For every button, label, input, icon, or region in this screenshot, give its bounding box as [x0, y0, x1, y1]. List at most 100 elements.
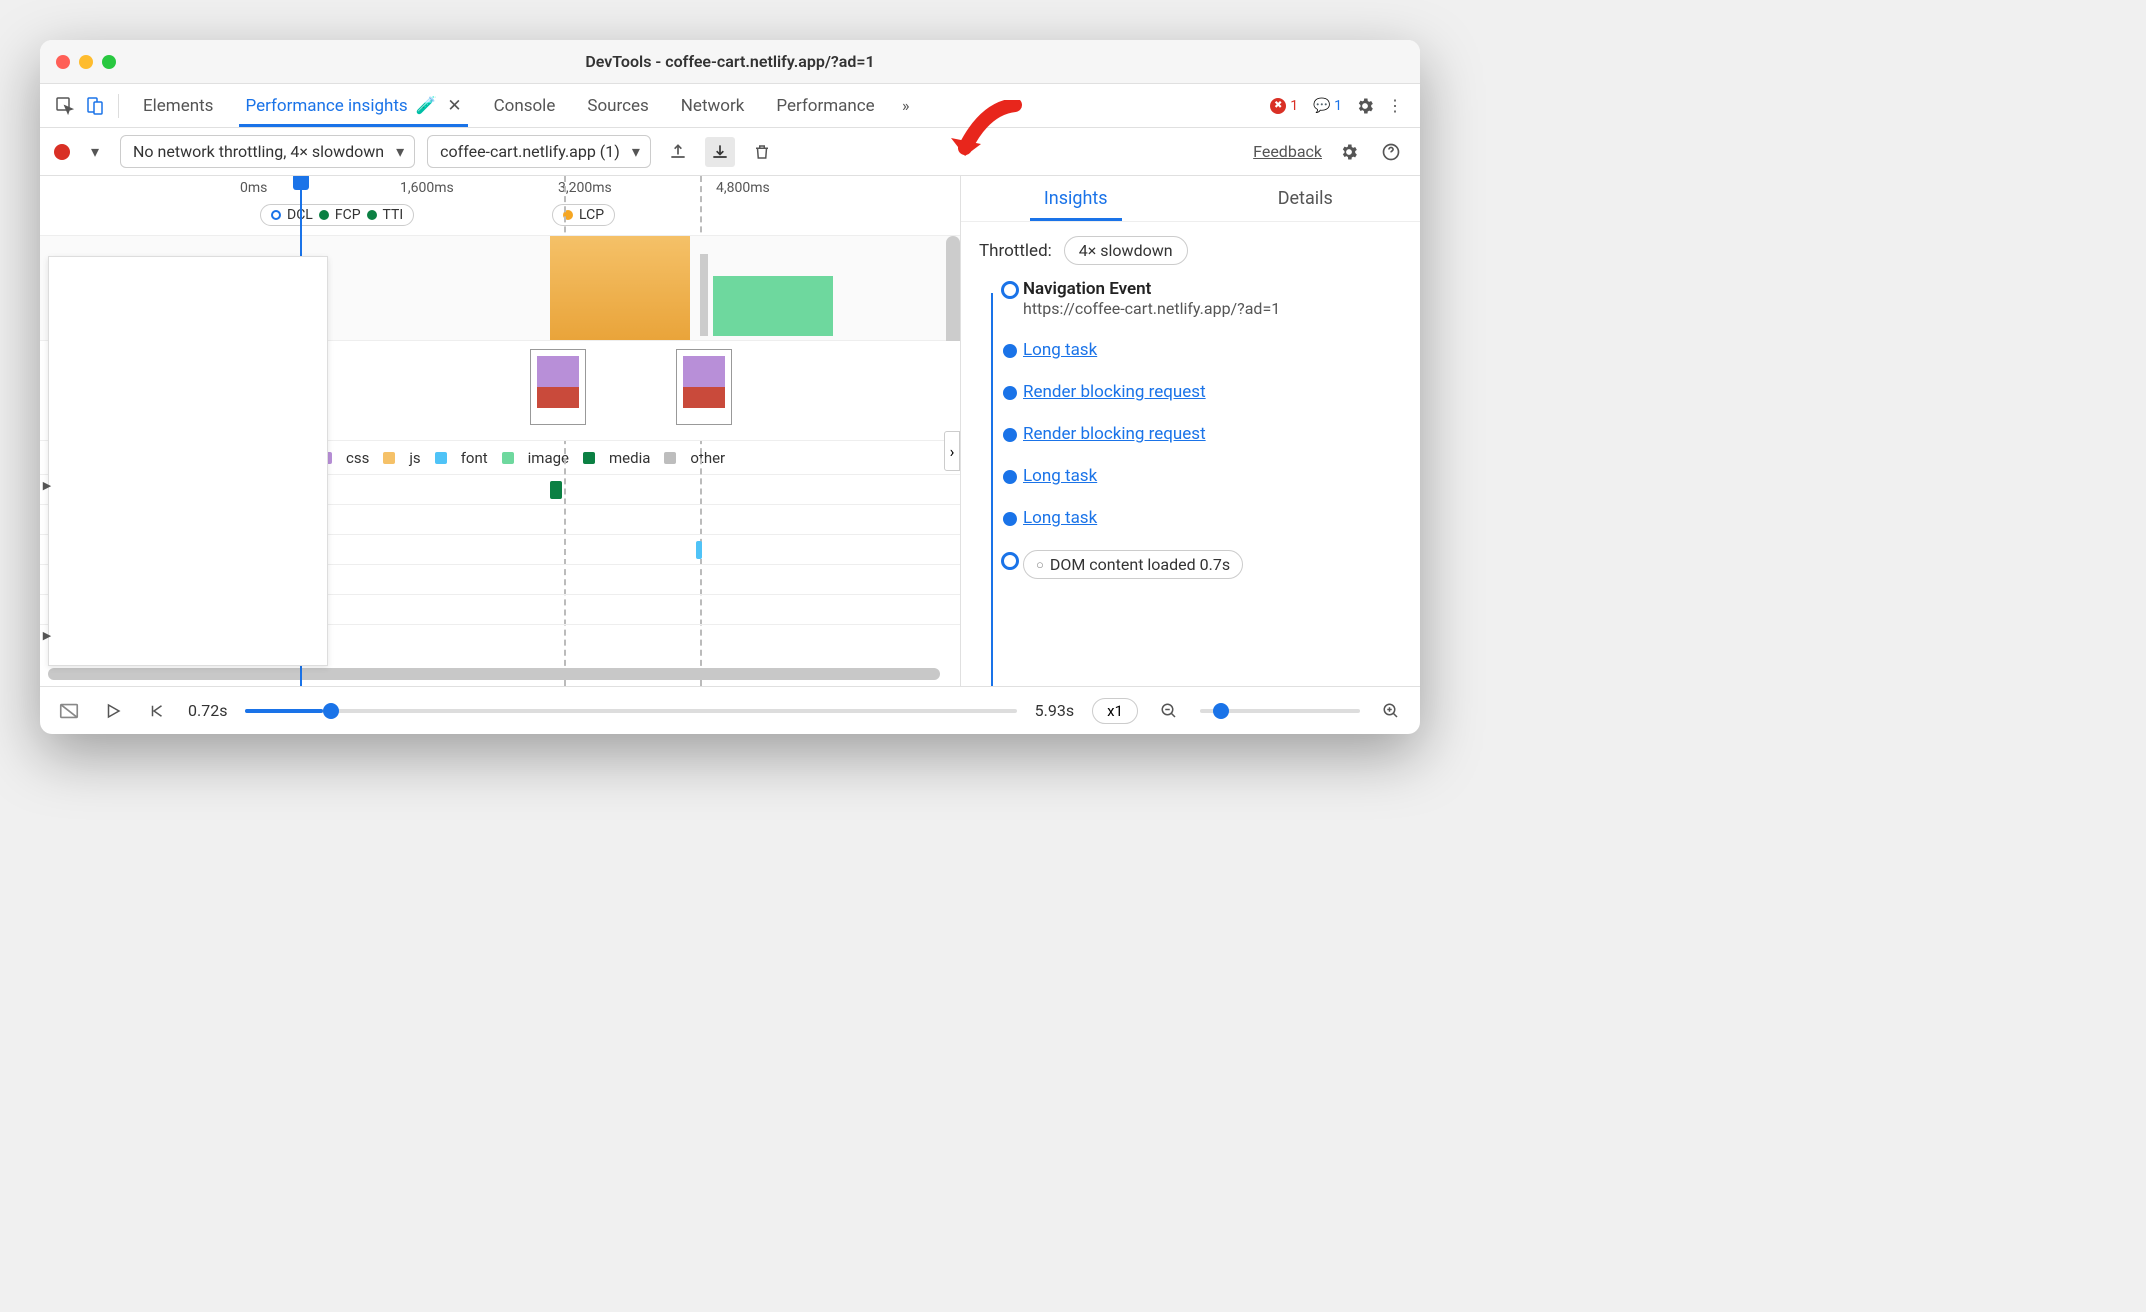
marker-row: DCLFCPTTI LCP	[40, 202, 960, 228]
tab-performance-insights[interactable]: Performance insights 🧪 ✕	[231, 86, 475, 126]
time-tick: 4,800ms	[716, 180, 770, 196]
screenshot-thumb[interactable]	[676, 349, 732, 425]
event-dot-icon	[1003, 512, 1017, 526]
event-item[interactable]: Render blocking request	[979, 424, 1402, 444]
legend-swatch	[583, 452, 595, 464]
export-icon[interactable]	[663, 137, 693, 167]
delete-icon[interactable]	[747, 137, 777, 167]
tab-label: Performance insights	[245, 96, 407, 116]
screenshot-thumb[interactable]	[530, 349, 586, 425]
task-block[interactable]	[700, 254, 708, 336]
window-title: DevTools - coffee-cart.netlify.app/?ad=1	[40, 52, 1420, 71]
tab-insights[interactable]: Insights	[961, 176, 1191, 221]
insights-event-list: Navigation Event https://coffee-cart.net…	[961, 279, 1420, 686]
tab-performance[interactable]: Performance	[762, 86, 888, 126]
play-icon[interactable]	[100, 698, 126, 724]
timeline-ruler[interactable]: 0ms 1,600ms 3,200ms 4,800ms DCLFCPTTI LC…	[40, 176, 960, 236]
titlebar: DevTools - coffee-cart.netlify.app/?ad=1	[40, 40, 1420, 84]
error-badge[interactable]: 1	[1264, 96, 1304, 116]
window-maximize-button[interactable]	[102, 55, 116, 69]
import-icon[interactable]	[705, 137, 735, 167]
expand-track-icon[interactable]: ▶	[40, 628, 54, 642]
scrollbar-horizontal[interactable]	[48, 668, 940, 680]
playback-speed[interactable]: x1	[1092, 698, 1138, 724]
window-close-button[interactable]	[56, 55, 70, 69]
replay-disabled-icon[interactable]	[56, 698, 82, 724]
event-item[interactable]: Long task	[979, 508, 1402, 528]
request-chip[interactable]	[696, 541, 702, 559]
playback-slider[interactable]	[245, 709, 1016, 713]
event-dot-icon	[1001, 281, 1019, 299]
zoom-slider[interactable]	[1200, 709, 1360, 713]
flask-icon: 🧪	[416, 96, 437, 116]
event-item[interactable]: Long task	[979, 340, 1402, 360]
task-block[interactable]	[713, 276, 833, 336]
legend-swatch	[664, 452, 676, 464]
event-dom-loaded[interactable]: DOM content loaded 0.7s	[979, 550, 1402, 579]
feedback-link[interactable]: Feedback	[1253, 142, 1322, 161]
event-link[interactable]: Long task	[1023, 466, 1097, 486]
request-chip[interactable]	[550, 481, 562, 499]
zoom-thumb[interactable]	[1213, 703, 1229, 719]
expand-track-icon[interactable]: ▶	[40, 478, 54, 492]
event-item[interactable]: Render blocking request	[979, 382, 1402, 402]
event-link[interactable]: Render blocking request	[1023, 424, 1206, 444]
throttling-select[interactable]: No network throttling, 4× slowdown	[120, 135, 415, 168]
tab-network[interactable]: Network	[667, 86, 759, 126]
time-tick: 0ms	[240, 180, 267, 196]
event-url: https://coffee-cart.netlify.app/?ad=1	[1023, 299, 1402, 318]
settings-gear-icon[interactable]	[1352, 93, 1378, 119]
legend-swatch	[502, 452, 514, 464]
event-dot-icon	[1001, 552, 1019, 570]
time-tick: 1,600ms	[400, 180, 454, 196]
record-dropdown-icon[interactable]: ▾	[82, 139, 108, 165]
tab-close-icon[interactable]: ✕	[447, 96, 461, 116]
insights-toolbar: ▾ No network throttling, 4× slowdown cof…	[40, 128, 1420, 176]
legend-swatch	[435, 452, 447, 464]
settings-icon[interactable]	[1334, 137, 1364, 167]
inspect-icon[interactable]	[52, 93, 78, 119]
event-navigation: Navigation Event https://coffee-cart.net…	[979, 279, 1402, 318]
kebab-menu-icon[interactable]: ⋮	[1382, 93, 1408, 119]
tab-elements[interactable]: Elements	[129, 86, 227, 126]
traffic-lights	[56, 55, 116, 69]
more-tabs-icon[interactable]: »	[893, 93, 919, 119]
message-badge[interactable]: 1	[1308, 96, 1348, 116]
event-dot-icon	[1003, 428, 1017, 442]
task-block[interactable]	[550, 236, 690, 340]
legend-label: other	[690, 449, 725, 467]
event-pill: DOM content loaded 0.7s	[1023, 550, 1243, 579]
tab-sources[interactable]: Sources	[573, 86, 662, 126]
event-dot-icon	[1003, 386, 1017, 400]
help-icon[interactable]	[1376, 137, 1406, 167]
record-button[interactable]	[54, 144, 70, 160]
playback-footer: 0.72s 5.93s x1	[40, 686, 1420, 734]
event-link[interactable]: Long task	[1023, 508, 1097, 528]
scrollbar-vertical[interactable]	[946, 236, 960, 356]
tab-details[interactable]: Details	[1191, 176, 1421, 221]
window-minimize-button[interactable]	[79, 55, 93, 69]
tab-console[interactable]: Console	[480, 86, 570, 126]
divider	[118, 94, 119, 118]
event-link[interactable]: Long task	[1023, 340, 1097, 360]
zoom-in-icon[interactable]	[1378, 698, 1404, 724]
dot-icon	[367, 210, 377, 220]
time-tick: 3,200ms	[558, 180, 612, 196]
event-item[interactable]: Long task	[979, 466, 1402, 486]
event-link[interactable]: Render blocking request	[1023, 382, 1206, 402]
legend-label: image	[528, 449, 569, 467]
slider-fill	[245, 709, 322, 713]
dot-icon	[319, 210, 329, 220]
device-toggle-icon[interactable]	[82, 93, 108, 119]
legend-label: js	[409, 449, 420, 467]
marker-lcp[interactable]: LCP	[552, 204, 615, 226]
recording-select[interactable]: coffee-cart.netlify.app (1)	[427, 135, 651, 168]
legend-swatch	[383, 452, 395, 464]
throttle-label: Throttled:	[979, 241, 1052, 261]
devtools-window: DevTools - coffee-cart.netlify.app/?ad=1…	[40, 40, 1420, 734]
panel-expand-handle[interactable]: ›	[944, 431, 960, 471]
rewind-icon[interactable]	[144, 698, 170, 724]
marker-dcl[interactable]: DCLFCPTTI	[260, 204, 414, 226]
zoom-out-icon[interactable]	[1156, 698, 1182, 724]
slider-thumb[interactable]	[323, 703, 339, 719]
